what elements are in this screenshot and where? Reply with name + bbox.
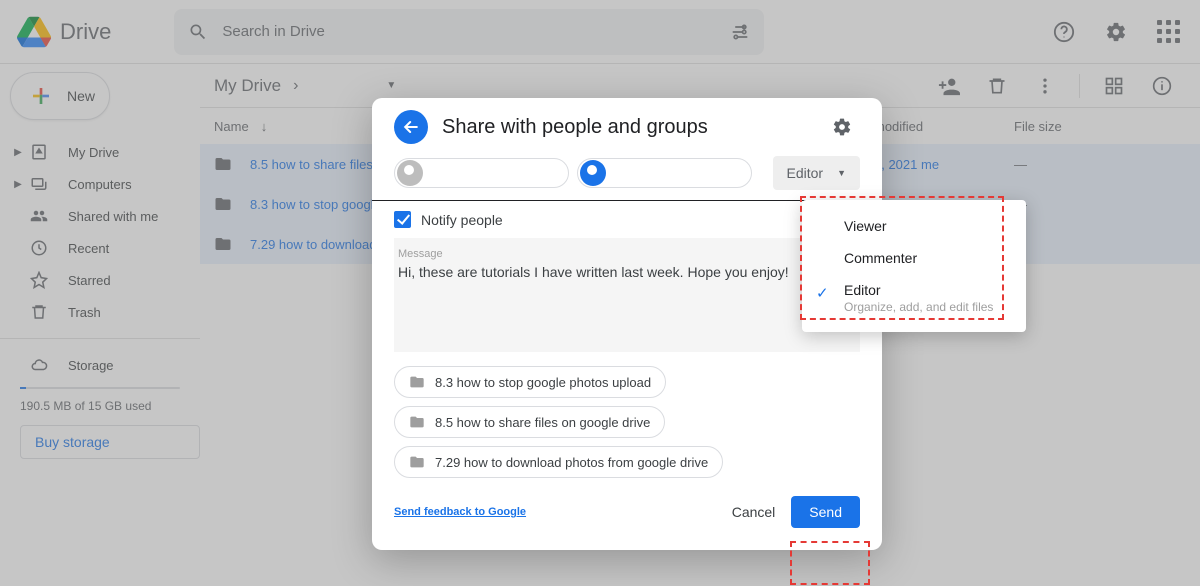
people-input-row[interactable]: Editor ▼ (372, 156, 882, 201)
attachment-chip[interactable]: 7.29 how to download photos from google … (394, 446, 723, 478)
cancel-button[interactable]: Cancel (726, 496, 782, 528)
attachment-chip[interactable]: 8.3 how to stop google photos upload (394, 366, 666, 398)
notify-checkbox[interactable] (394, 211, 411, 228)
attachment-chip[interactable]: 8.5 how to share files on google drive (394, 406, 665, 438)
send-button[interactable]: Send (791, 496, 860, 528)
folder-icon (409, 374, 425, 390)
modal-title: Share with people and groups (442, 116, 708, 139)
role-dropdown[interactable]: Editor ▼ (773, 156, 861, 190)
role-menu: Viewer Commenter ✓ Editor Organize, add,… (802, 200, 1026, 332)
feedback-link[interactable]: Send feedback to Google (394, 506, 526, 518)
message-text: Hi, these are tutorials I have written l… (398, 264, 856, 280)
avatar-icon (397, 160, 423, 186)
check-icon: ✓ (816, 282, 832, 302)
message-hint: Message (398, 248, 856, 260)
message-box[interactable]: Message Hi, these are tutorials I have w… (394, 238, 860, 352)
role-option-editor[interactable]: ✓ Editor Organize, add, and edit files (802, 274, 1026, 322)
share-settings-gear-icon[interactable] (824, 109, 860, 145)
role-option-commenter[interactable]: Commenter (802, 242, 1026, 274)
role-selected-label: Editor (787, 165, 824, 181)
person-chip[interactable] (394, 158, 569, 188)
notify-label: Notify people (421, 212, 503, 228)
avatar-icon (580, 160, 606, 186)
chevron-down-icon: ▼ (837, 168, 846, 178)
folder-icon (409, 414, 425, 430)
folder-icon (409, 454, 425, 470)
role-option-viewer[interactable]: Viewer (802, 210, 1026, 242)
back-button[interactable] (394, 110, 428, 144)
person-chip[interactable] (577, 158, 752, 188)
